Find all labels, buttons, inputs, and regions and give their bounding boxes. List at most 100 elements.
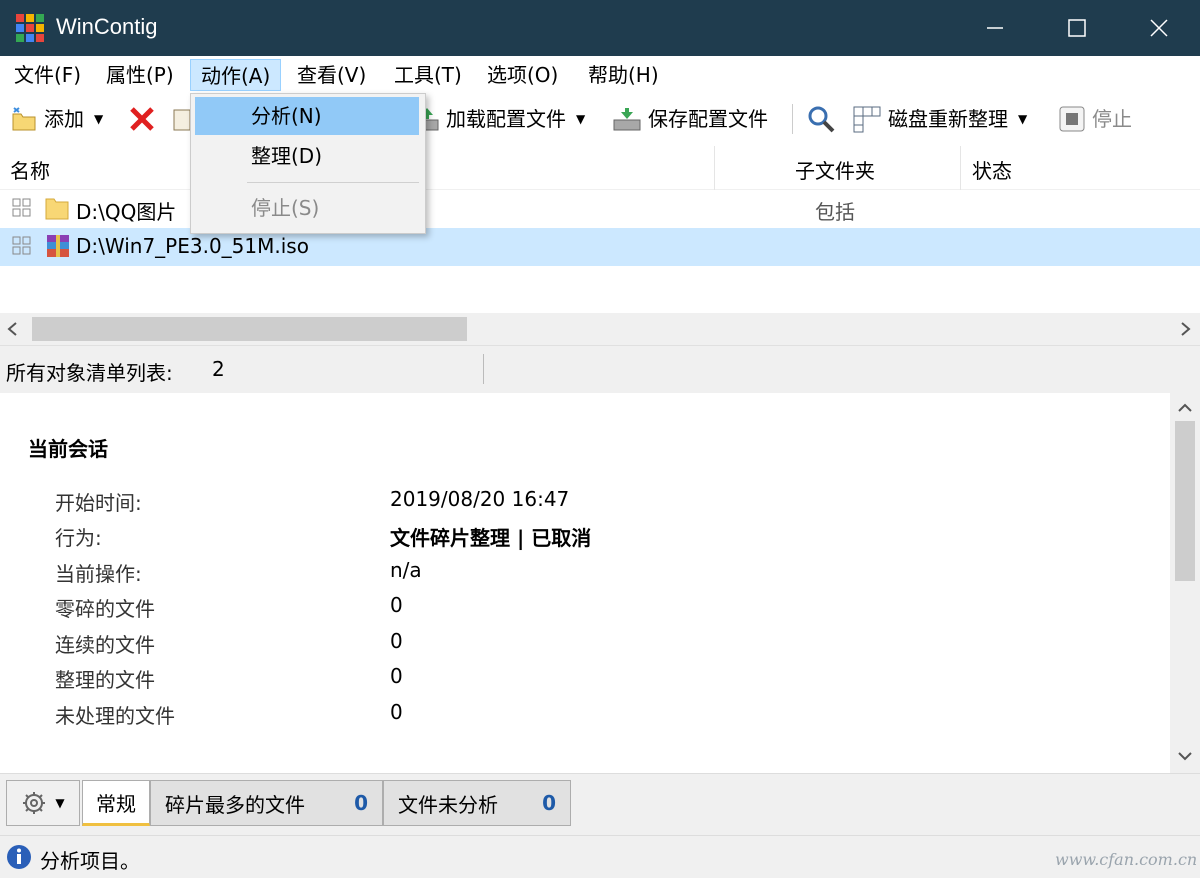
clipboard-icon: [173, 109, 191, 131]
menu-view[interactable]: 查看(V): [287, 59, 376, 91]
list-header: 名称 子文件夹 状态: [0, 146, 1200, 190]
minimize-icon: [987, 27, 1003, 29]
add-dropdown-caret[interactable]: ▼: [94, 102, 103, 136]
column-status[interactable]: 状态: [972, 155, 1012, 184]
chevron-right-icon[interactable]: [1178, 321, 1192, 337]
column-subfolders[interactable]: 子文件夹: [795, 155, 875, 184]
horizontal-scroll-thumb[interactable]: [32, 317, 467, 341]
info-icon: [7, 845, 31, 869]
menu-options[interactable]: 选项(O): [477, 59, 568, 91]
delete-icon: [130, 107, 154, 131]
add-label: 添加: [44, 107, 84, 131]
save-profile-icon: [613, 108, 641, 131]
window-title: WinContig: [56, 14, 158, 39]
menu-bar: 文件(F) 属性(P) 动作(A) 查看(V) 工具(T) 选项(O) 帮助(H…: [0, 56, 1200, 94]
column-divider[interactable]: [960, 146, 961, 190]
close-button[interactable]: [1118, 0, 1200, 56]
session-heading: 当前会话: [28, 437, 108, 461]
field-label: 整理的文件: [55, 668, 155, 692]
menu-properties[interactable]: 属性(P): [96, 59, 184, 91]
tab-label: 常规: [96, 791, 136, 816]
field-label: 未处理的文件: [55, 704, 175, 728]
toolbar: 添加 ▼ 加载配置文件 ▼ 保存配置文件 磁盘重新整理 ▼ 停止: [0, 94, 1200, 144]
load-profile-caret[interactable]: ▼: [576, 102, 585, 136]
list-row[interactable]: D:\Win7_PE3.0_51M.iso: [0, 228, 1200, 266]
grid-icon: [853, 106, 881, 133]
field-label: 当前操作:: [55, 562, 142, 586]
stop-label: 停止: [1092, 107, 1132, 131]
remove-button[interactable]: [128, 102, 156, 136]
tab-general[interactable]: 常规: [82, 780, 150, 826]
menu-item-defrag[interactable]: 整理(D): [195, 137, 419, 175]
toolbar-separator: [792, 104, 793, 134]
grid-small-icon: [12, 198, 31, 217]
watermark: www.cfan.com.cn: [1055, 850, 1198, 869]
tab-most-fragmented[interactable]: 碎片最多的文件 0: [150, 780, 383, 826]
status-text: 分析项目。: [40, 849, 140, 873]
defrag-disk-label: 磁盘重新整理: [888, 107, 1008, 131]
analyze-button[interactable]: [806, 102, 836, 136]
properties-button[interactable]: [172, 102, 192, 136]
load-profile-label: 加载配置文件: [446, 107, 566, 131]
menu-item-analyze[interactable]: 分析(N): [195, 97, 419, 135]
add-icon: [12, 107, 36, 131]
tab-bar: ▼ 常规 碎片最多的文件 0 文件未分析 0: [0, 773, 1200, 835]
add-button[interactable]: 添加 ▼: [10, 102, 103, 136]
settings-caret: ▼: [55, 796, 65, 810]
column-divider[interactable]: [714, 146, 715, 190]
column-name[interactable]: 名称: [10, 155, 50, 184]
chevron-up-icon[interactable]: [1177, 401, 1193, 415]
field-value: 2019/08/20 16:47: [390, 487, 570, 511]
summary-divider: [483, 354, 484, 384]
minimize-button[interactable]: [954, 0, 1036, 56]
summary-label: 所有对象清单列表:: [6, 361, 173, 385]
folder-icon: [45, 198, 69, 220]
tab-label: 碎片最多的文件: [165, 792, 305, 817]
horizontal-scrollbar[interactable]: [0, 313, 1200, 345]
settings-menu-button[interactable]: ▼: [6, 780, 80, 826]
save-profile-label: 保存配置文件: [648, 107, 768, 131]
defrag-disk-caret[interactable]: ▼: [1018, 102, 1027, 136]
stop-button[interactable]: 停止: [1058, 102, 1132, 136]
row-name: D:\Win7_PE3.0_51M.iso: [76, 234, 309, 258]
menu-help[interactable]: 帮助(H): [578, 59, 669, 91]
field-value: 0: [390, 593, 403, 617]
summary-bar: 所有对象清单列表: 2: [0, 345, 1200, 393]
maximize-icon: [1068, 19, 1086, 37]
action-dropdown-menu: 分析(N) 整理(D) 停止(S): [190, 93, 426, 234]
title-bar: WinContig: [0, 0, 1200, 56]
archive-icon: [47, 235, 69, 257]
maximize-button[interactable]: [1036, 0, 1118, 56]
menu-tools[interactable]: 工具(T): [384, 59, 472, 91]
vertical-scroll-thumb[interactable]: [1175, 421, 1195, 581]
chevron-down-icon[interactable]: [1177, 749, 1193, 763]
field-value: 文件碎片整理 | 已取消: [390, 526, 592, 550]
field-label: 行为:: [55, 526, 102, 550]
menu-file[interactable]: 文件(F): [4, 59, 91, 91]
magnifier-icon: [808, 106, 835, 133]
chevron-left-icon[interactable]: [6, 321, 20, 337]
load-profile-button[interactable]: 加载配置文件 ▼: [414, 102, 585, 136]
field-value: 0: [390, 700, 403, 724]
menu-action[interactable]: 动作(A): [190, 59, 282, 91]
tab-unanalyzed[interactable]: 文件未分析 0: [383, 780, 571, 826]
row-name: D:\QQ图片: [76, 200, 177, 224]
field-label: 连续的文件: [55, 633, 155, 657]
field-value: n/a: [390, 558, 422, 582]
menu-item-stop[interactable]: 停止(S): [195, 189, 419, 227]
summary-count: 2: [212, 357, 225, 381]
tab-count: 0: [354, 791, 368, 815]
vertical-scrollbar[interactable]: [1170, 393, 1200, 773]
menu-separator: [247, 182, 419, 183]
close-icon: [1150, 19, 1168, 37]
app-icon: [16, 14, 44, 42]
list-row[interactable]: D:\QQ图片 包括: [0, 190, 1200, 228]
save-profile-button[interactable]: 保存配置文件: [612, 102, 768, 136]
field-label: 开始时间:: [55, 491, 142, 515]
field-label: 零碎的文件: [55, 597, 155, 621]
session-details: 当前会话 开始时间: 2019/08/20 16:47 行为: 文件碎片整理 |…: [0, 393, 1170, 773]
gear-icon: [23, 792, 46, 814]
status-bar: 分析项目。: [0, 835, 1200, 878]
row-subfolders: 包括: [815, 200, 855, 224]
defrag-disk-button[interactable]: 磁盘重新整理 ▼: [852, 102, 1027, 136]
